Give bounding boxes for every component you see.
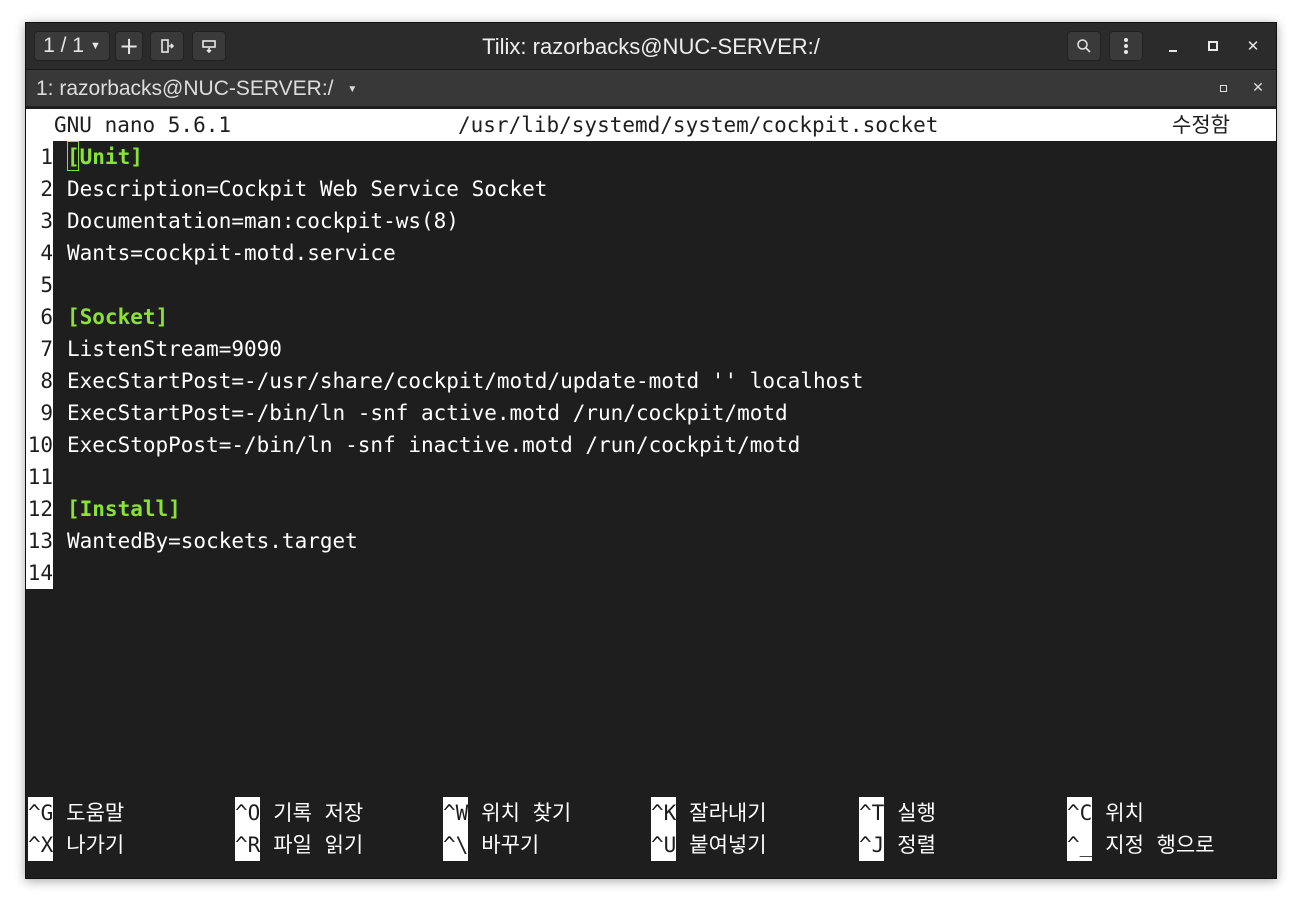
terminal-title: 1: razorbacks@NUC-SERVER:/ xyxy=(36,77,334,100)
nano-modified-status: 수정함 xyxy=(1172,113,1230,137)
code-line: Documentation=man:cockpit-ws(8) xyxy=(67,209,459,233)
chevron-down-icon: ▼ xyxy=(89,40,101,52)
line-number: 8 xyxy=(26,365,53,397)
shortcut-key: ^_ xyxy=(1067,829,1093,861)
shortcut-label: 잘라내기 xyxy=(689,801,767,825)
line-number: 12 xyxy=(26,493,53,525)
shortcut-label: 위치 찾기 xyxy=(481,801,572,825)
menu-button[interactable] xyxy=(1109,31,1143,61)
close-icon: ✕ xyxy=(1246,37,1260,55)
line-number: 10 xyxy=(26,429,53,461)
section-header-line: [Install] xyxy=(67,497,181,521)
code-line: ExecStopPost=-/bin/ln -snf inactive.motd… xyxy=(67,433,801,457)
shortcut-hint: ^_ 지정 행으로 xyxy=(1067,829,1215,861)
session-counter: 1 / 1 xyxy=(43,34,84,57)
shortcut-hint: ^K 잘라내기 xyxy=(651,797,767,829)
shortcut-hint: ^T 실행 xyxy=(859,797,936,829)
shortcut-label: 정렬 xyxy=(897,833,936,857)
maximize-button[interactable] xyxy=(1198,31,1228,61)
terminal-title-button[interactable]: 1: razorbacks@NUC-SERVER:/ ▼ xyxy=(36,70,357,107)
line-number: 13 xyxy=(26,525,53,557)
search-icon xyxy=(1077,39,1091,53)
close-button[interactable]: ✕ xyxy=(1238,31,1268,61)
shortcut-label: 도움말 xyxy=(66,801,125,825)
maximize-icon xyxy=(1208,41,1218,51)
code-line: Wants=cockpit-motd.service xyxy=(67,241,396,265)
maximize-icon xyxy=(1219,84,1227,92)
terminal-tab-bar: 1: razorbacks@NUC-SERVER:/ ▼ ✕ xyxy=(26,70,1276,107)
nano-version: GNU nano 5.6.1 xyxy=(54,113,232,137)
kebab-menu-icon xyxy=(1124,38,1128,54)
shortcut-key: ^C xyxy=(1067,797,1093,829)
shortcut-hint: ^W 위치 찾기 xyxy=(443,797,571,829)
shortcut-hint: ^G 도움말 xyxy=(28,797,124,829)
line-number: 6 xyxy=(26,301,53,333)
nano-filename: /usr/lib/systemd/system/cockpit.socket xyxy=(458,113,939,137)
chevron-down-icon: ▼ xyxy=(347,83,358,95)
terminal-close-button[interactable]: ✕ xyxy=(1245,75,1271,101)
split-down-icon xyxy=(202,40,216,53)
split-down-button[interactable] xyxy=(192,31,226,61)
line-number: 1 xyxy=(26,141,53,173)
shortcut-hint: ^U 붙여넣기 xyxy=(651,829,767,861)
code-line: ExecStartPost=-/usr/share/cockpit/motd/u… xyxy=(67,369,864,393)
line-number: 4 xyxy=(26,237,53,269)
shortcut-key: ^W xyxy=(443,797,469,829)
split-right-button[interactable] xyxy=(150,31,184,61)
shortcut-label: 파일 읽기 xyxy=(273,833,364,857)
session-switcher-button[interactable]: 1 / 1 ▼ xyxy=(34,31,110,61)
line-number: 9 xyxy=(26,397,53,429)
shortcut-hint: ^J 정렬 xyxy=(859,829,936,861)
code-line: WantedBy=sockets.target xyxy=(67,529,358,553)
shortcut-label: 바꾸기 xyxy=(481,833,540,857)
line-number: 14 xyxy=(26,557,53,589)
shortcut-label: 나가기 xyxy=(66,833,125,857)
shortcut-key: ^\ xyxy=(443,829,469,861)
minimize-icon xyxy=(1169,50,1177,52)
terminal-maximize-button[interactable] xyxy=(1210,75,1236,101)
search-button[interactable] xyxy=(1067,31,1101,61)
shortcut-label: 붙여넣기 xyxy=(689,833,767,857)
minimize-button[interactable] xyxy=(1158,31,1188,61)
shortcut-key: ^T xyxy=(859,797,885,829)
shortcut-key: ^O xyxy=(235,797,261,829)
shortcut-label: 위치 xyxy=(1105,801,1144,825)
plus-icon: + xyxy=(118,32,140,60)
text-cursor xyxy=(67,141,79,171)
split-right-icon xyxy=(161,39,174,53)
shortcut-key: ^U xyxy=(651,829,677,861)
shortcut-label: 기록 저장 xyxy=(273,801,364,825)
shortcut-label: 실행 xyxy=(897,801,936,825)
shortcut-hint: ^C 위치 xyxy=(1067,797,1144,829)
shortcut-key: ^J xyxy=(859,829,885,861)
shortcut-hint: ^\ 바꾸기 xyxy=(443,829,539,861)
nano-header: GNU nano 5.6.1 /usr/lib/systemd/system/c… xyxy=(26,109,1276,141)
shortcut-key: ^K xyxy=(651,797,677,829)
title-bar: 1 / 1 ▼ + Tilix: razorbacks@NUC-SERVER:/ xyxy=(26,23,1276,70)
code-line: ListenStream=9090 xyxy=(67,337,282,361)
close-icon: ✕ xyxy=(1252,80,1264,96)
line-number: 5 xyxy=(26,269,53,301)
shortcut-key: ^G xyxy=(28,797,54,829)
shortcut-hint: ^R 파일 읽기 xyxy=(235,829,363,861)
code-line: Description=Cockpit Web Service Socket xyxy=(67,177,548,201)
terminal-area[interactable]: GNU nano 5.6.1 /usr/lib/systemd/system/c… xyxy=(26,107,1276,878)
line-number: 7 xyxy=(26,333,53,365)
shortcut-key: ^R xyxy=(235,829,261,861)
shortcut-label: 지정 행으로 xyxy=(1105,833,1215,857)
add-session-button[interactable]: + xyxy=(115,31,143,61)
line-number: 11 xyxy=(26,461,53,493)
shortcut-hint: ^X 나가기 xyxy=(28,829,124,861)
tilix-window: 1 / 1 ▼ + Tilix: razorbacks@NUC-SERVER:/ xyxy=(25,22,1277,879)
line-number: 3 xyxy=(26,205,53,237)
shortcut-hint: ^O 기록 저장 xyxy=(235,797,363,829)
code-line: ExecStartPost=-/bin/ln -snf active.motd … xyxy=(67,401,788,425)
shortcut-key: ^X xyxy=(28,829,54,861)
section-header-line: [Socket] xyxy=(67,305,169,329)
line-number: 2 xyxy=(26,173,53,205)
